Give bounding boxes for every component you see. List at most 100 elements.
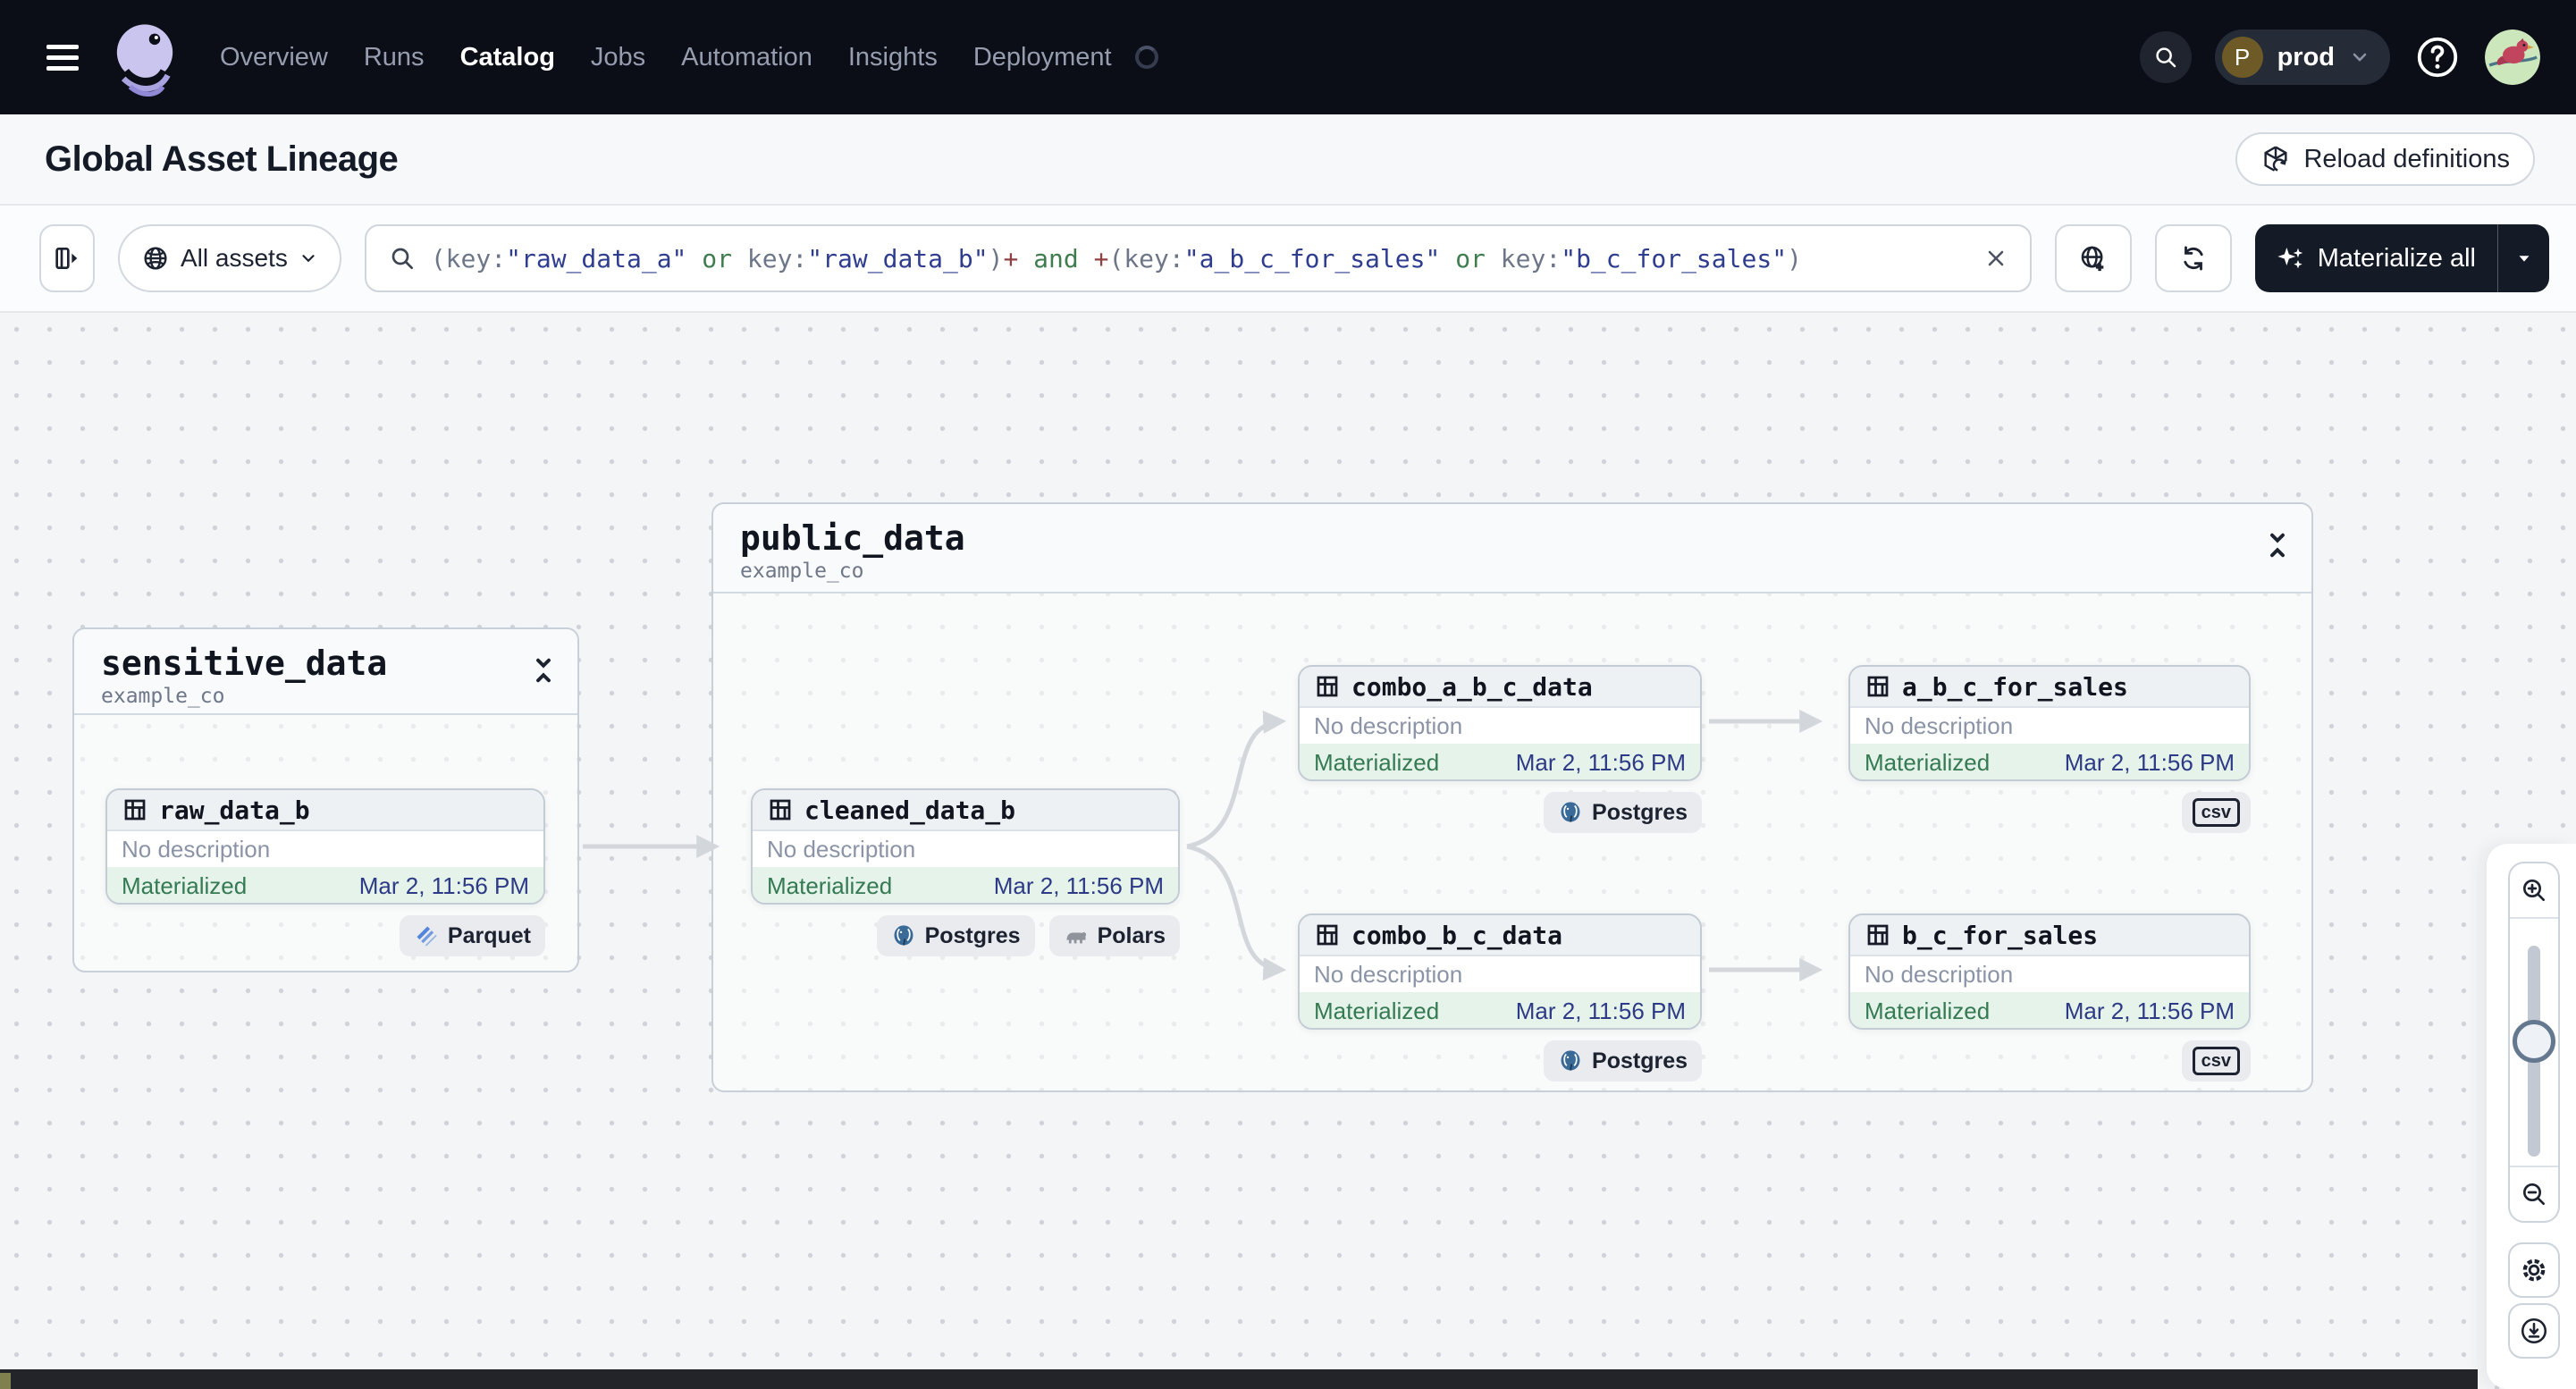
clear-search-icon[interactable]	[1983, 246, 2008, 271]
graph-settings-button[interactable]	[2508, 1242, 2560, 1298]
search-icon	[2155, 47, 2176, 68]
kind-badge-postgres[interactable]: Postgres	[876, 915, 1035, 956]
asset-node-combo-a-b-c-data[interactable]: combo_a_b_c_data No description Material…	[1298, 665, 1702, 781]
asset-name: raw_data_b	[159, 795, 310, 825]
reload-definitions-button[interactable]: Reload definitions	[2235, 132, 2535, 186]
deployment-avatar: P	[2221, 37, 2263, 78]
status-badge: Materialized	[1865, 997, 1991, 1024]
table-icon	[1867, 924, 1889, 946]
asset-description: No description	[1314, 960, 1463, 988]
kind-badge-postgres[interactable]: Postgres	[1544, 1040, 1702, 1082]
status-badge: Materialized	[122, 871, 248, 899]
user-avatar[interactable]	[2485, 29, 2540, 85]
asset-search-input[interactable]: (key:"raw_data_a" or key:"raw_data_b")+ …	[364, 224, 2032, 292]
download-icon	[2521, 1317, 2547, 1344]
materialization-timestamp[interactable]: Mar 2, 11:56 PM	[2065, 749, 2235, 777]
postgres-icon	[1561, 802, 1580, 822]
asset-node-header: combo_a_b_c_data	[1300, 667, 1700, 708]
postgres-icon	[1561, 1050, 1580, 1071]
status-badge: Materialized	[1865, 748, 1991, 776]
materialize-all-button[interactable]: Materialize all	[2254, 224, 2549, 292]
nav-item-runs[interactable]: Runs	[364, 43, 425, 72]
asset-status-row: Materialized Mar 2, 11:56 PM	[107, 867, 543, 903]
download-image-button[interactable]	[2508, 1303, 2560, 1359]
page-header: Global Asset Lineage Reload definitions	[0, 114, 2576, 206]
asset-status-row: Materialized Mar 2, 11:56 PM	[1850, 992, 2249, 1028]
asset-node-a-b-c-for-sales[interactable]: a_b_c_for_sales No description Materiali…	[1848, 665, 2251, 781]
hamburger-menu-icon[interactable]	[46, 38, 82, 77]
asset-node-header: a_b_c_for_sales	[1850, 667, 2249, 708]
reload-definitions-label: Reload definitions	[2303, 144, 2510, 173]
zoom-slider-handle[interactable]	[2513, 1020, 2555, 1063]
zoom-in-icon	[2523, 880, 2545, 901]
search-button[interactable]	[2139, 31, 2192, 83]
kind-badge-parquet[interactable]: Parquet	[399, 915, 545, 956]
zoom-out-button[interactable]	[2510, 1166, 2558, 1221]
materialization-timestamp[interactable]: Mar 2, 11:56 PM	[1516, 998, 1686, 1025]
page-title: Global Asset Lineage	[45, 139, 399, 179]
materialize-all-main[interactable]: Materialize all	[2255, 244, 2497, 274]
zoom-in-button[interactable]	[2510, 863, 2558, 919]
asset-node-combo-b-c-data[interactable]: combo_b_c_data No description Materializ…	[1298, 913, 1702, 1030]
status-badge: Materialized	[1314, 748, 1440, 776]
nav-item-overview[interactable]: Overview	[220, 43, 328, 72]
nav-right-cluster: P prod	[2139, 0, 2540, 114]
kind-badges-row: Postgres	[1298, 1040, 1702, 1082]
nav-item-catalog[interactable]: Catalog	[460, 43, 555, 72]
asset-node-header: cleaned_data_b	[753, 790, 1178, 831]
panel-expand-icon	[55, 248, 78, 269]
asset-description: No description	[1314, 711, 1463, 739]
chevron-down-icon	[302, 255, 315, 263]
nav-item-jobs[interactable]: Jobs	[591, 43, 645, 72]
lineage-canvas[interactable]: sensitive_data example_co public_data ex…	[0, 313, 2576, 1389]
status-badge: Materialized	[767, 871, 893, 899]
badge-label: Polars	[1097, 922, 1166, 948]
materialization-timestamp[interactable]: Mar 2, 11:56 PM	[994, 872, 1164, 900]
kind-badge-postgres[interactable]: Postgres	[1544, 792, 1702, 833]
table-icon	[1317, 676, 1338, 697]
badge-label: Postgres	[1592, 799, 1688, 825]
table-icon	[124, 799, 146, 821]
kind-badges-row: Parquet	[105, 915, 545, 956]
asset-node-raw-data-b[interactable]: raw_data_b No description Materialized M…	[105, 788, 545, 905]
asset-node-cleaned-data-b[interactable]: cleaned_data_b No description Materializ…	[751, 788, 1180, 905]
asset-name: combo_a_b_c_data	[1351, 671, 1593, 702]
asset-name: a_b_c_for_sales	[1902, 671, 2128, 702]
postgres-icon	[894, 925, 913, 946]
sparkles-icon	[2277, 248, 2303, 269]
nav-item-deployment[interactable]: Deployment	[973, 43, 1112, 72]
deployment-switcher[interactable]: P prod	[2214, 29, 2390, 85]
materialization-timestamp[interactable]: Mar 2, 11:56 PM	[1516, 749, 1686, 777]
badge-label: Parquet	[447, 922, 531, 948]
asset-name: combo_b_c_data	[1351, 920, 1563, 950]
zoom-out-icon	[2523, 1183, 2545, 1205]
kind-badge-csv[interactable]: csv	[2181, 1040, 2251, 1082]
kind-badges-row: csv	[1848, 1040, 2251, 1082]
nav-links: Overview Runs Catalog Jobs Automation In…	[220, 43, 1158, 72]
asset-node-b-c-for-sales[interactable]: b_c_for_sales No description Materialize…	[1848, 913, 2251, 1030]
new-tab-lineage-button[interactable]	[2054, 224, 2132, 292]
csv-icon: csv	[2192, 1047, 2240, 1075]
nav-item-automation[interactable]: Automation	[681, 43, 812, 72]
table-icon	[770, 799, 791, 821]
open-sidebar-button[interactable]	[39, 224, 95, 292]
asset-node-header: raw_data_b	[107, 790, 543, 831]
reload-cube-icon	[2264, 146, 2287, 172]
materialization-timestamp[interactable]: Mar 2, 11:56 PM	[359, 872, 529, 900]
chevron-down-icon	[2353, 53, 2367, 62]
top-nav: Overview Runs Catalog Jobs Automation In…	[0, 0, 2576, 114]
materialize-options-button[interactable]	[2497, 224, 2549, 292]
nav-item-insights[interactable]: Insights	[848, 43, 938, 72]
refresh-button[interactable]	[2154, 224, 2232, 292]
gear-icon	[2522, 1259, 2546, 1282]
table-icon	[1867, 676, 1889, 697]
dagster-logo-icon[interactable]	[105, 18, 184, 97]
bottom-corner-decoration	[0, 1373, 11, 1389]
kind-badge-polars[interactable]: Polars	[1048, 915, 1180, 956]
materialization-timestamp[interactable]: Mar 2, 11:56 PM	[2065, 998, 2235, 1025]
materialize-all-label: Materialize all	[2317, 243, 2476, 273]
kind-badge-csv[interactable]: csv	[2181, 792, 2251, 833]
asset-node-header: combo_b_c_data	[1300, 915, 1700, 956]
asset-scope-dropdown[interactable]: All assets	[118, 224, 341, 292]
help-button[interactable]	[2413, 33, 2462, 81]
